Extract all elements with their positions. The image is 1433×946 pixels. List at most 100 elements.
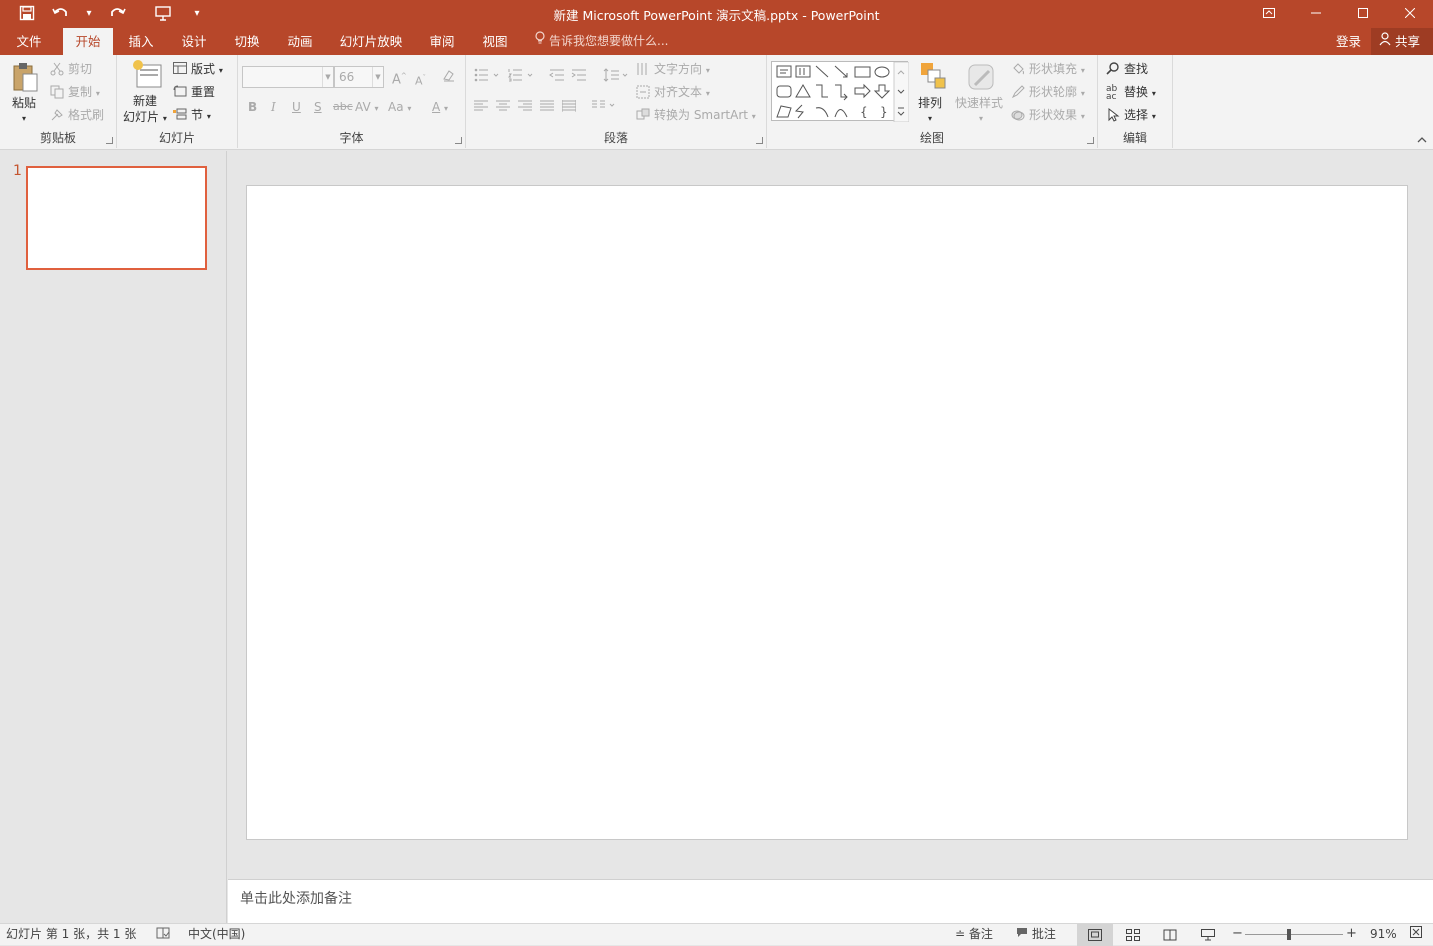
reset-button[interactable]: 重置 [173, 84, 215, 101]
arrange-icon [921, 63, 946, 89]
ribbon-display-icon[interactable] [1245, 0, 1292, 26]
maximize-icon[interactable] [1339, 0, 1386, 26]
tab-insert[interactable]: 插入 [118, 28, 164, 55]
font-color-button[interactable]: A ▾ [432, 99, 448, 117]
align-text-button[interactable]: 对齐文本 ▾ [636, 84, 710, 102]
format-painter-button[interactable]: 格式刷 [50, 107, 104, 124]
grow-font-button[interactable]: A^ [392, 68, 407, 88]
slide-count: 幻灯片 第 1 张，共 1 张 [6, 927, 137, 941]
convert-smartart-button[interactable]: 转换为 SmartArt ▾ [636, 107, 756, 125]
justify-button[interactable] [540, 100, 554, 116]
shape-outline-button[interactable]: 形状轮廓 ▾ [1011, 84, 1085, 102]
shadow-button[interactable]: S [314, 99, 322, 115]
start-slideshow-icon[interactable] [146, 3, 180, 23]
comments-toggle[interactable]: 批注 [1016, 926, 1056, 942]
font-size-combo[interactable]: 66 ▼ [334, 66, 384, 88]
replace-button[interactable]: ab ac 替换 ▾ [1106, 84, 1156, 102]
align-left-button[interactable] [474, 100, 488, 116]
undo-dropdown-icon[interactable]: ▾ [78, 3, 100, 23]
slide-thumbnail[interactable] [26, 166, 207, 270]
underline-button[interactable]: U [292, 99, 301, 115]
share-button[interactable]: 共享 [1371, 28, 1433, 55]
normal-view-button[interactable] [1077, 924, 1113, 946]
italic-button[interactable]: I [271, 99, 276, 115]
eraser-icon [442, 70, 456, 85]
customize-qat-icon[interactable]: ▾ [186, 3, 208, 23]
arrange-button[interactable]: 排列 ▾ [913, 61, 953, 127]
tab-file[interactable]: 文件 [5, 28, 53, 55]
distributed-button[interactable] [561, 100, 577, 116]
sign-in-link[interactable]: 登录 [1336, 28, 1361, 55]
new-slide-icon [133, 60, 162, 88]
cut-button[interactable]: 剪切 [50, 61, 92, 78]
strikethrough-button[interactable]: abc [333, 99, 353, 115]
zoom-level[interactable]: 91% [1370, 926, 1397, 942]
find-button[interactable]: 查找 [1106, 61, 1148, 78]
quick-styles-button[interactable]: 快速样式 ▾ [955, 61, 1007, 127]
tab-animations[interactable]: 动画 [277, 28, 323, 55]
numbering-button[interactable] [508, 68, 534, 86]
bold-button[interactable]: B [248, 99, 257, 115]
clipboard-dialog-launcher[interactable] [106, 137, 113, 144]
bullets-button[interactable] [474, 68, 500, 86]
new-slide-button[interactable]: 新建 幻灯片 ▾ [123, 59, 171, 125]
fit-slide-icon[interactable] [1410, 926, 1422, 942]
zoom-in-button[interactable]: + [1346, 926, 1357, 942]
window-title: 新建 Microsoft PowerPoint 演示文稿.pptx - Powe… [553, 8, 880, 23]
paragraph-dialog-launcher[interactable] [756, 137, 763, 144]
increase-indent-button[interactable] [571, 68, 587, 86]
copy-button[interactable]: 复制 ▾ [50, 84, 100, 102]
collapse-ribbon-icon[interactable] [1417, 135, 1427, 146]
text-direction-button[interactable]: 文字方向 ▾ [636, 61, 710, 79]
char-spacing-button[interactable]: AV ▾ [355, 99, 379, 117]
shrink-font-button[interactable]: Aˇ [415, 70, 426, 90]
zoom-slider[interactable] [1245, 934, 1343, 935]
close-icon[interactable] [1386, 0, 1433, 26]
notes-toggle[interactable]: ≐ 备注 [955, 926, 993, 942]
minimize-icon[interactable] [1292, 0, 1339, 26]
shape-effects-button[interactable]: 形状效果 ▾ [1011, 107, 1085, 125]
align-center-button[interactable] [496, 100, 510, 116]
tab-view[interactable]: 视图 [472, 28, 518, 55]
tab-review[interactable]: 审阅 [419, 28, 465, 55]
paste-button[interactable]: 粘贴 ▾ [8, 61, 44, 123]
quick-styles-icon [968, 64, 994, 90]
columns-button[interactable] [592, 100, 618, 116]
tell-me-box[interactable]: 告诉我您想要做什么... [535, 28, 668, 55]
undo-icon[interactable] [44, 3, 78, 23]
font-name-combo[interactable]: ▼ [242, 66, 334, 88]
shape-fill-button[interactable]: 形状填充 ▾ [1011, 61, 1085, 79]
reading-view-button[interactable] [1152, 924, 1188, 946]
group-label-slides: 幻灯片 [158, 131, 195, 145]
slideshow-view-button[interactable] [1190, 924, 1226, 946]
language-indicator[interactable]: 中文(中国) [188, 926, 245, 942]
format-painter-icon [50, 108, 66, 124]
font-name-dropdown-icon[interactable]: ▼ [322, 67, 333, 87]
font-dialog-launcher[interactable] [455, 137, 462, 144]
redo-icon[interactable] [100, 3, 134, 23]
select-button[interactable]: 选择 ▾ [1106, 107, 1156, 125]
spell-check-icon[interactable] [156, 926, 170, 944]
align-right-button[interactable] [518, 100, 532, 116]
bullets-icon [474, 68, 499, 82]
clear-formatting-button[interactable] [442, 68, 456, 86]
line-spacing-button[interactable] [603, 68, 629, 86]
zoom-out-button[interactable]: − [1232, 926, 1243, 942]
layout-button[interactable]: 版式 ▾ [173, 61, 223, 79]
shapes-gallery[interactable]: {} [771, 61, 909, 122]
zoom-slider-thumb[interactable] [1287, 929, 1291, 940]
slide-canvas[interactable] [246, 185, 1408, 840]
tab-slideshow[interactable]: 幻灯片放映 [333, 28, 409, 55]
notes-pane[interactable]: 单击此处添加备注 [228, 879, 1433, 923]
align-center-icon [496, 100, 510, 111]
tab-design[interactable]: 设计 [171, 28, 217, 55]
drawing-dialog-launcher[interactable] [1087, 137, 1094, 144]
change-case-button[interactable]: Aa ▾ [388, 99, 411, 117]
slide-sorter-button[interactable] [1115, 924, 1151, 946]
save-icon[interactable] [10, 3, 44, 23]
section-button[interactable]: 节 ▾ [173, 107, 211, 125]
decrease-indent-button[interactable] [549, 68, 565, 86]
tab-transitions[interactable]: 切换 [224, 28, 270, 55]
font-size-dropdown-icon[interactable]: ▼ [372, 67, 383, 87]
tab-home[interactable]: 开始 [63, 28, 113, 55]
